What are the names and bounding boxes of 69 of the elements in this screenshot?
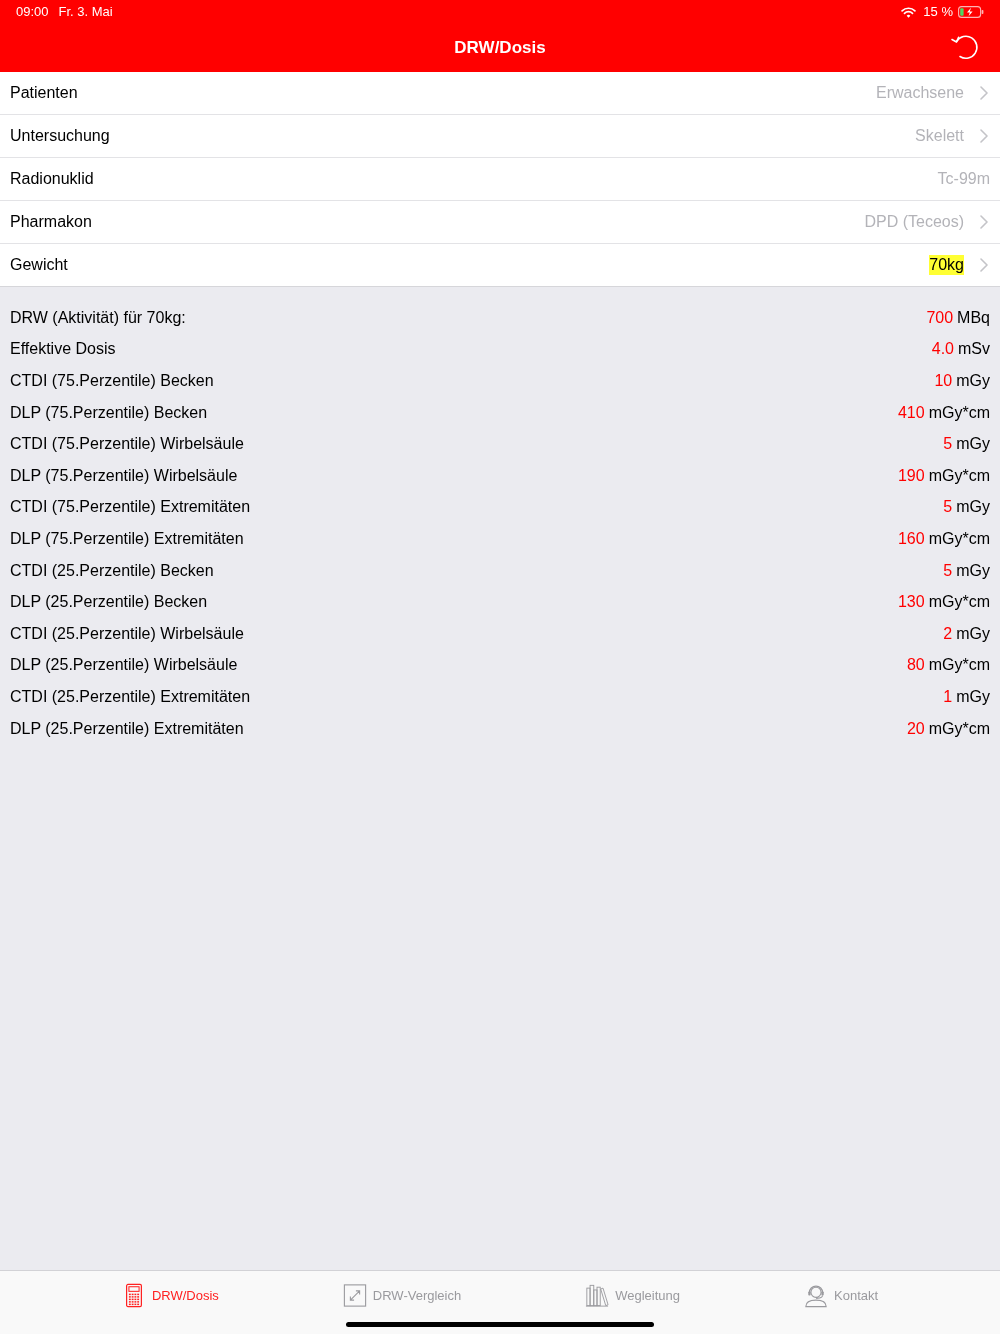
result-unit: mGy xyxy=(956,624,990,643)
row-label: Radionuklid xyxy=(10,170,94,188)
status-date: Fr. 3. Mai xyxy=(58,4,113,20)
row-value: Tc-99m xyxy=(937,169,990,189)
result-label: DLP (25.Perzentile) Extremitäten xyxy=(10,719,244,738)
result-unit: mGy*cm xyxy=(928,529,990,548)
result-label: CTDI (25.Perzentile) Becken xyxy=(10,561,214,580)
result-label: DRW (Aktivität) für 70kg: xyxy=(10,308,186,327)
reset-button[interactable] xyxy=(950,32,980,62)
settings-row[interactable]: Patienten Erwachsene xyxy=(0,72,1000,115)
result-value: 410 xyxy=(897,403,925,422)
row-value: Skelett xyxy=(915,126,964,146)
result-unit: mGy*cm xyxy=(928,656,990,675)
result-unit: mGy*cm xyxy=(928,593,990,612)
row-label: Patienten xyxy=(10,84,78,102)
result-unit: mGy xyxy=(956,435,990,454)
result-value: 10 xyxy=(934,372,953,390)
result-label: DLP (75.Perzentile) Extremitäten xyxy=(10,529,244,548)
nav-title: DRW/Dosis xyxy=(454,38,546,58)
row-value: DPD (Teceos) xyxy=(864,212,964,232)
result-value: 1 xyxy=(943,687,953,706)
result-label: CTDI (75.Perzentile) Becken xyxy=(10,372,214,390)
result-label: CTDI (25.Perzentile) Wirbelsäule xyxy=(10,624,244,643)
result-label: DLP (75.Perzentile) Wirbelsäule xyxy=(10,466,238,485)
result-label: DLP (25.Perzentile) Wirbelsäule xyxy=(10,656,238,675)
battery-percentage: 15 % xyxy=(923,4,953,20)
tab-item[interactable]: DRW/Dosis xyxy=(121,1283,219,1308)
battery-charging-icon xyxy=(958,6,984,18)
wifi-icon xyxy=(901,6,917,18)
circular-arrow-icon xyxy=(950,33,980,61)
result-value: 5 xyxy=(943,435,953,454)
settings-row[interactable]: Gewicht 70kg xyxy=(0,244,1000,286)
row-label: Gewicht xyxy=(10,256,68,274)
result-label: DLP (75.Perzentile) Becken xyxy=(10,403,208,422)
result-unit: mGy*cm xyxy=(928,466,990,485)
row-label: Untersuchung xyxy=(10,127,110,145)
result-unit: MBq xyxy=(957,308,990,327)
result-value: 700 xyxy=(926,308,954,327)
result-label: DLP (25.Perzentile) Becken xyxy=(10,593,208,612)
result-value: 5 xyxy=(943,498,953,517)
result-unit: mGy xyxy=(956,372,990,390)
result-value: 190 xyxy=(897,466,925,485)
row-label: Pharmakon xyxy=(10,213,92,231)
status-time: 09:00 xyxy=(16,4,49,20)
result-value: 2 xyxy=(943,624,953,643)
result-value: 20 xyxy=(906,719,925,738)
diagonal-arrows-icon xyxy=(342,1283,367,1308)
result-unit: mGy xyxy=(956,561,990,580)
row-value: 70kg xyxy=(929,255,964,275)
result-value: 80 xyxy=(906,656,925,675)
result-unit: mSv xyxy=(958,340,990,359)
result-unit: mGy xyxy=(956,498,990,517)
result-label: Effektive Dosis xyxy=(10,340,116,359)
headset-person-icon xyxy=(804,1283,828,1308)
settings-row[interactable]: Pharmakon DPD (Teceos) xyxy=(0,201,1000,244)
row-value: Erwachsene xyxy=(875,83,964,103)
settings-row[interactable]: Radionuklid Tc-99m xyxy=(0,158,1000,201)
books-icon xyxy=(585,1283,610,1308)
result-value: 130 xyxy=(897,593,925,612)
result-unit: mGy*cm xyxy=(928,403,990,422)
result-label: CTDI (75.Perzentile) Wirbelsäule xyxy=(10,435,244,454)
settings-row[interactable]: Untersuchung Skelett xyxy=(0,115,1000,158)
result-unit: mGy xyxy=(956,687,990,706)
result-value: 4.0 xyxy=(931,340,954,359)
result-label: CTDI (75.Perzentile) Extremitäten xyxy=(10,498,251,517)
result-unit: mGy*cm xyxy=(928,719,990,738)
result-value: 5 xyxy=(943,561,953,580)
result-label: CTDI (25.Perzentile) Extremitäten xyxy=(10,687,251,706)
result-value: 160 xyxy=(897,529,925,548)
